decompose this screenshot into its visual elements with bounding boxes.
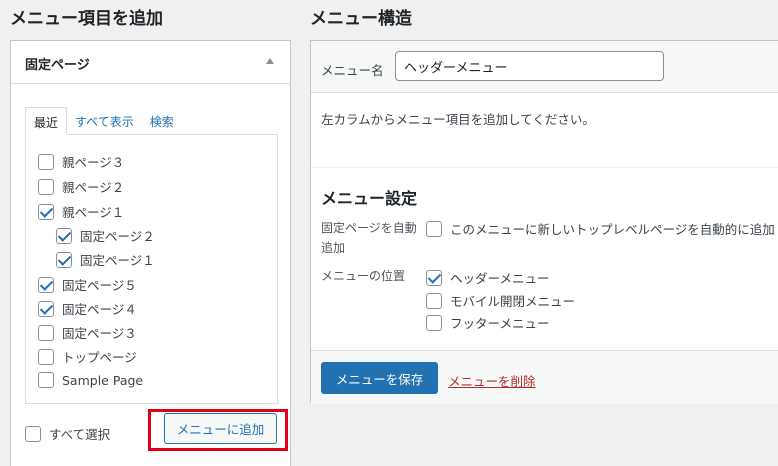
page-label: 親ページ３ bbox=[62, 155, 125, 170]
page-label: Sample Page bbox=[62, 372, 144, 388]
page-checkbox[interactable] bbox=[38, 348, 54, 365]
auto-add-checkbox[interactable] bbox=[426, 220, 442, 237]
select-all[interactable]: すべて選択 bbox=[25, 424, 110, 443]
page-checkbox[interactable] bbox=[38, 153, 54, 170]
list-item[interactable]: 固定ページ４ bbox=[38, 299, 137, 318]
delete-menu-link[interactable]: メニューを削除 bbox=[448, 371, 536, 390]
list-item[interactable]: 固定ページ１ bbox=[56, 250, 155, 269]
location-option[interactable]: ヘッダーメニュー bbox=[426, 268, 550, 287]
select-all-label: すべて選択 bbox=[49, 427, 111, 442]
location-checkbox[interactable] bbox=[426, 314, 442, 331]
list-item[interactable]: 固定ページ５ bbox=[38, 275, 137, 294]
collapse-arrow-icon[interactable] bbox=[266, 58, 274, 64]
tab-view-all[interactable]: すべて表示 bbox=[67, 107, 142, 135]
tab-search[interactable]: 検索 bbox=[142, 107, 182, 135]
location-label: モバイル開閉メニュー bbox=[450, 294, 576, 309]
instructions-text: 左カラムからメニュー項目を追加してください。 bbox=[321, 112, 595, 127]
save-menu-button[interactable]: メニューを保存 bbox=[321, 362, 438, 394]
page-checkbox[interactable] bbox=[56, 227, 72, 244]
list-item[interactable]: トップページ bbox=[38, 347, 137, 366]
tab-recent[interactable]: 最近 bbox=[25, 107, 68, 135]
page-label: 固定ページ２ bbox=[80, 229, 155, 244]
location-option[interactable]: モバイル開閉メニュー bbox=[426, 291, 575, 310]
pages-panel: 固定ページ 最近 すべて表示 検索 親ページ３ 親ページ２ 親ページ１ 固定ペー… bbox=[10, 40, 291, 466]
menu-name-label: メニュー名 bbox=[321, 63, 384, 78]
menu-settings-title: メニュー設定 bbox=[321, 189, 418, 208]
page-label: 固定ページ４ bbox=[62, 302, 137, 317]
auto-add-option[interactable]: このメニューに新しいトップレベルページを自動的に追加 bbox=[426, 219, 775, 238]
panel-title: 固定ページ bbox=[25, 58, 90, 73]
list-item[interactable]: 親ページ２ bbox=[38, 177, 124, 196]
location-label: フッターメニュー bbox=[450, 316, 550, 331]
divider bbox=[311, 167, 778, 168]
page-checkbox[interactable] bbox=[56, 251, 72, 268]
page-label: 固定ページ３ bbox=[62, 326, 137, 341]
list-item[interactable]: 固定ページ２ bbox=[56, 226, 155, 245]
panel-header[interactable]: 固定ページ bbox=[11, 41, 290, 84]
page-label: 親ページ１ bbox=[62, 205, 125, 220]
menu-footer: メニューを保存 メニューを削除 bbox=[311, 350, 778, 404]
location-checkbox[interactable] bbox=[426, 269, 442, 286]
menu-structure-panel: メニュー名 左カラムからメニュー項目を追加してください。 メニュー設定 固定ペー… bbox=[310, 40, 778, 404]
page-checkbox[interactable] bbox=[38, 276, 54, 293]
page-label: トップページ bbox=[62, 350, 137, 365]
page-checkbox[interactable] bbox=[38, 324, 54, 341]
auto-add-option-label: このメニューに新しいトップレベルページを自動的に追加 bbox=[450, 222, 775, 237]
location-checkbox[interactable] bbox=[426, 292, 442, 309]
location-label: ヘッダーメニュー bbox=[450, 271, 550, 286]
page-checkbox[interactable] bbox=[38, 203, 54, 220]
page-label: 固定ページ１ bbox=[80, 253, 155, 268]
page-label: 固定ページ５ bbox=[62, 278, 137, 293]
page-label: 親ページ２ bbox=[62, 180, 125, 195]
add-menu-items-title: メニュー項目を追加 bbox=[10, 9, 163, 29]
page-tabs: 最近 すべて表示 検索 bbox=[25, 107, 182, 135]
auto-add-label: 固定ページを自動追加 bbox=[321, 221, 417, 255]
select-all-checkbox[interactable] bbox=[25, 425, 41, 442]
page-list: 親ページ３ 親ページ２ 親ページ１ 固定ページ２ 固定ページ１ 固定ページ５ 固… bbox=[25, 134, 278, 404]
menu-name-input[interactable] bbox=[395, 51, 664, 81]
page-checkbox[interactable] bbox=[38, 372, 54, 388]
menu-name-bar: メニュー名 bbox=[311, 41, 778, 93]
menu-location-label: メニューの位置 bbox=[321, 269, 406, 283]
list-item[interactable]: 固定ページ３ bbox=[38, 323, 137, 342]
location-option[interactable]: フッターメニュー bbox=[426, 313, 550, 332]
add-to-menu-button[interactable]: メニューに追加 bbox=[164, 413, 277, 444]
list-item[interactable]: Sample Page bbox=[38, 372, 143, 388]
menu-structure-title: メニュー構造 bbox=[310, 9, 412, 29]
list-item[interactable]: 親ページ１ bbox=[38, 202, 124, 221]
list-item[interactable]: 親ページ３ bbox=[38, 152, 124, 171]
page-checkbox[interactable] bbox=[38, 300, 54, 317]
page-checkbox[interactable] bbox=[38, 178, 54, 195]
